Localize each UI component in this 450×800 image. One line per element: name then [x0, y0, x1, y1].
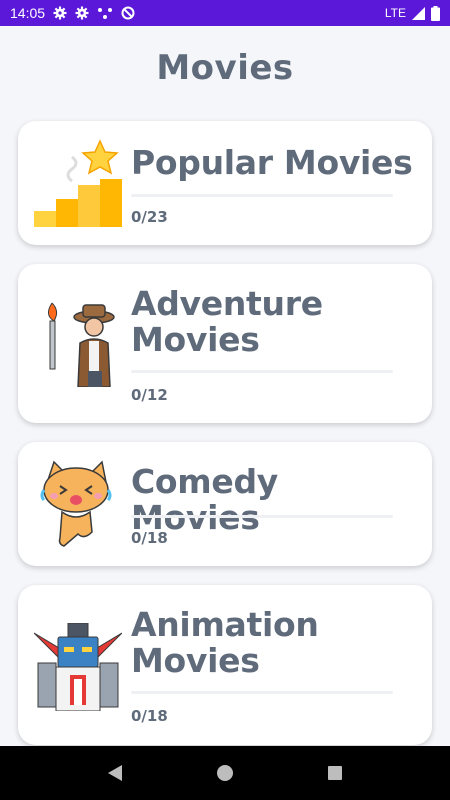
network-type: LTE [384, 6, 406, 20]
home-icon[interactable] [216, 764, 234, 782]
card-divider [131, 691, 393, 694]
category-card-animation[interactable]: Animation Movies 0/18 [18, 585, 432, 745]
card-title: Comedy Movies [131, 462, 278, 537]
category-card-comedy[interactable]: Comedy Movies 0/18 [18, 442, 432, 566]
trophy-stairs-star-icon [34, 139, 122, 227]
card-title: Animation Movies [131, 605, 319, 680]
status-time: 14:05 [10, 5, 46, 21]
back-icon[interactable] [106, 764, 124, 782]
card-divider [131, 515, 393, 518]
card-progress: 0/18 [131, 707, 168, 725]
robot-mecha-icon [34, 623, 122, 711]
data-saver-icon [121, 6, 135, 20]
card-divider [131, 370, 393, 373]
signal-icon [412, 6, 425, 20]
page-title: Movies [156, 48, 294, 88]
recents-icon[interactable] [326, 764, 344, 782]
category-card-popular[interactable]: Popular Movies 0/23 [18, 121, 432, 245]
laughing-cat-icon [40, 460, 112, 547]
card-divider [131, 194, 393, 197]
battery-icon [431, 5, 440, 21]
category-card-adventure[interactable]: Adventure Movies 0/12 [18, 264, 432, 423]
card-progress: 0/18 [131, 529, 168, 547]
card-title: Adventure Movies [131, 284, 323, 359]
network-dots-icon [98, 8, 113, 19]
card-progress: 0/23 [131, 208, 168, 226]
settings-icon [75, 6, 89, 20]
settings-icon [53, 6, 67, 20]
navigation-bar [0, 746, 450, 800]
explorer-torch-icon [48, 302, 115, 387]
card-title: Popular Movies [131, 143, 413, 182]
status-bar: 14:05 LTE [0, 0, 450, 26]
card-progress: 0/12 [131, 386, 168, 404]
